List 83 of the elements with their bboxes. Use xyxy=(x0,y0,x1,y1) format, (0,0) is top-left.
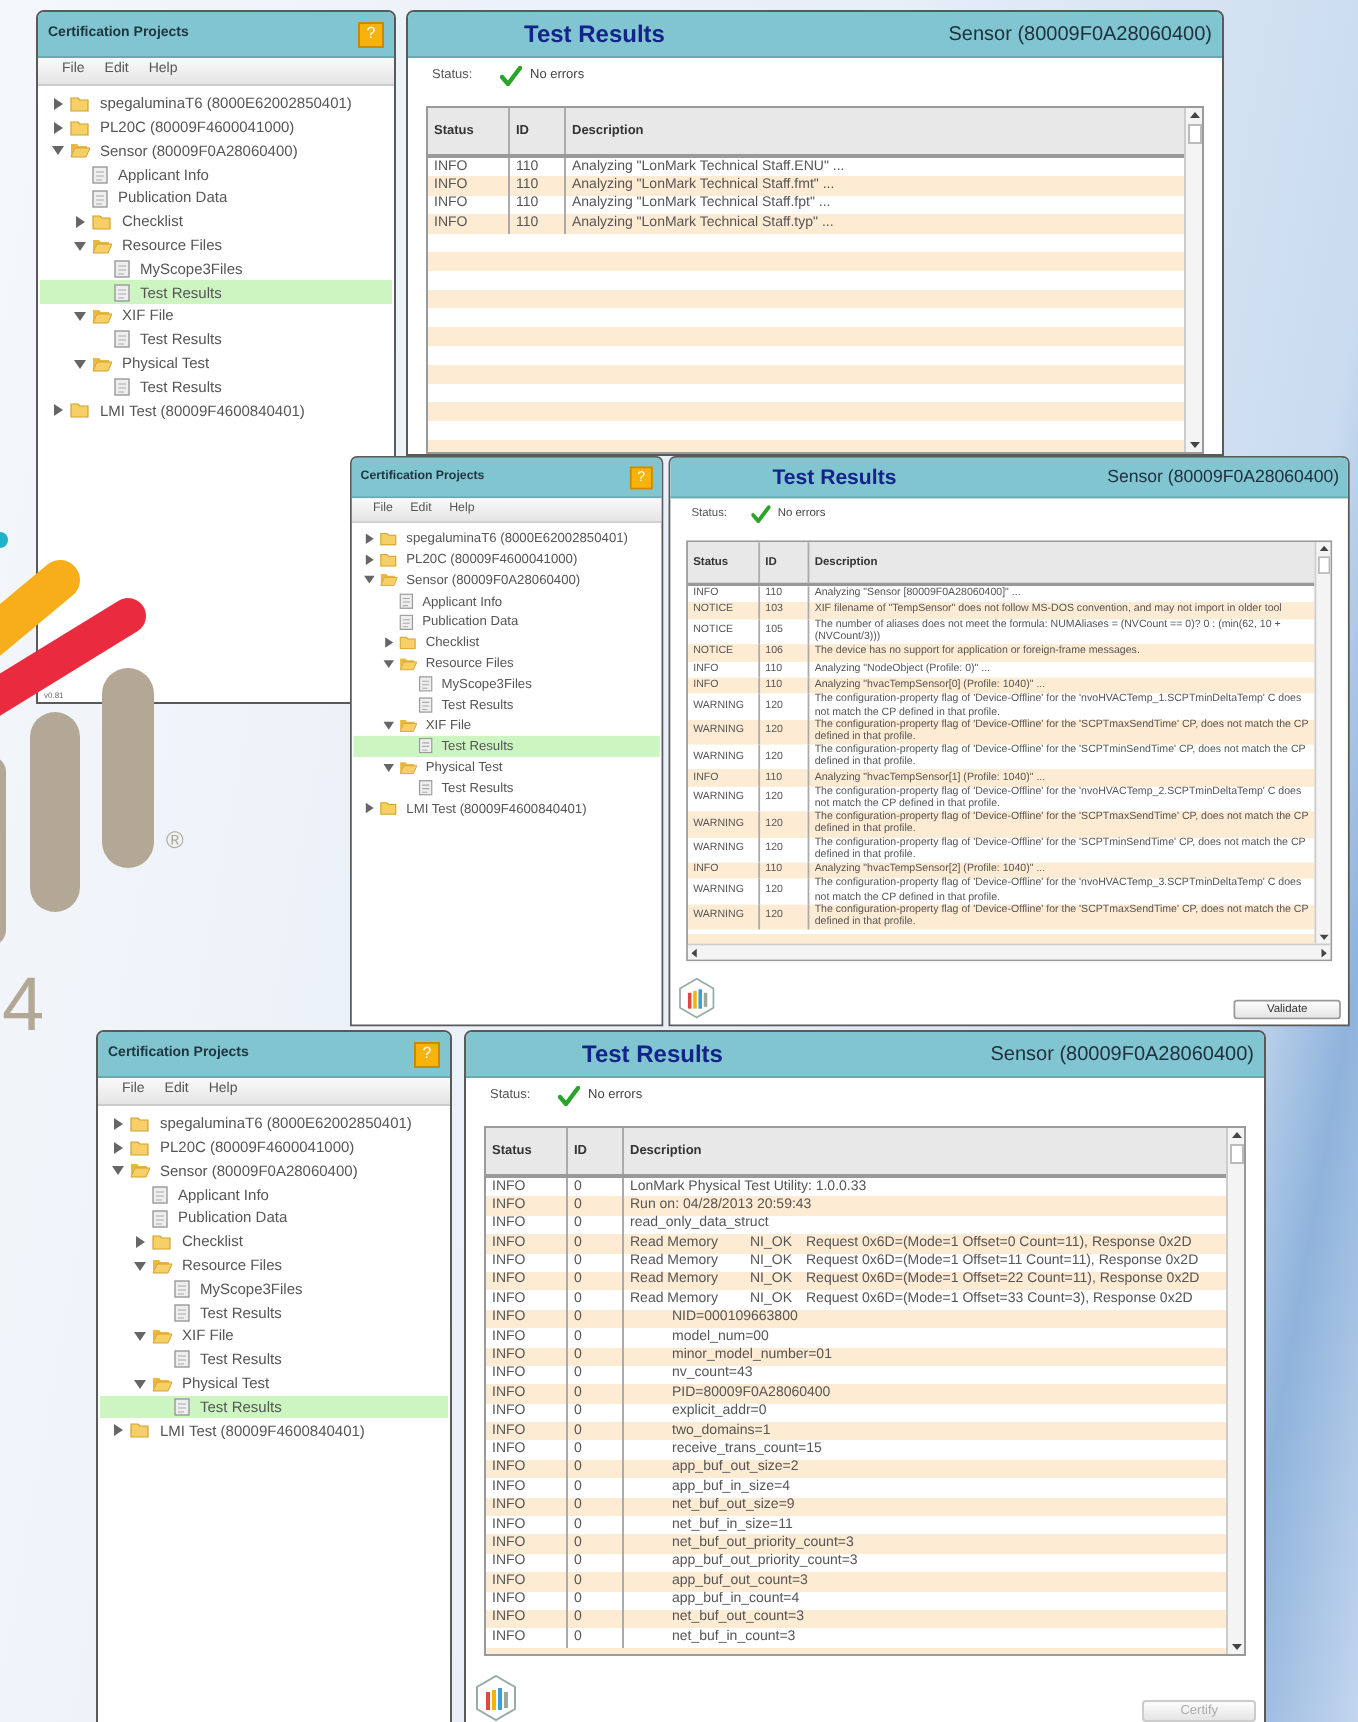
trademark-symbol: ® xyxy=(166,828,184,852)
scroll-down-icon[interactable] xyxy=(1187,438,1201,452)
caret-icon[interactable] xyxy=(364,803,375,814)
scrollbar-thumb[interactable] xyxy=(1187,124,1201,144)
folder-icon xyxy=(92,308,112,325)
folder-icon xyxy=(92,237,112,254)
results-title: Test Results xyxy=(524,18,665,52)
document-icon xyxy=(399,592,414,609)
device-name: Sensor (80009F0A28060400) xyxy=(948,21,1212,49)
folder-icon xyxy=(92,355,112,372)
document-icon xyxy=(174,1350,190,1369)
scrollbar[interactable] xyxy=(1314,542,1331,944)
folder-icon xyxy=(379,573,398,588)
document-icon xyxy=(174,1303,190,1322)
scrollbar-thumb[interactable] xyxy=(1229,1144,1243,1164)
document-icon xyxy=(174,1279,190,1298)
scroll-down-icon[interactable] xyxy=(1229,1640,1243,1654)
caret-icon[interactable] xyxy=(134,1235,146,1248)
scrollbar[interactable] xyxy=(1226,1128,1244,1654)
folder-icon xyxy=(70,142,90,159)
folder-icon xyxy=(152,1328,172,1345)
document-icon xyxy=(418,738,433,755)
scroll-up-icon[interactable] xyxy=(1187,108,1201,122)
document-icon xyxy=(399,613,414,630)
caret-icon[interactable] xyxy=(112,1117,124,1130)
folder-icon xyxy=(152,1233,172,1250)
caret-icon[interactable] xyxy=(364,574,375,586)
device-name: Sensor (80009F0A28060400) xyxy=(1107,465,1340,491)
caret-icon[interactable] xyxy=(364,533,375,544)
document-icon xyxy=(152,1209,168,1228)
document-icon xyxy=(114,330,130,349)
check-icon xyxy=(558,1086,580,1106)
scrollbar[interactable] xyxy=(687,943,1331,960)
caret-icon[interactable] xyxy=(383,720,394,731)
check-icon xyxy=(500,66,522,86)
device-name: Sensor (80009F0A28060400) xyxy=(990,1041,1254,1069)
caret-icon[interactable] xyxy=(383,761,394,773)
caret-icon[interactable] xyxy=(74,310,86,323)
caret-icon[interactable] xyxy=(134,1377,146,1390)
check-icon xyxy=(751,505,771,523)
folder-icon xyxy=(399,718,417,733)
document-icon xyxy=(418,779,433,796)
scroll-up-icon[interactable] xyxy=(1229,1128,1243,1142)
folder-icon xyxy=(399,656,417,671)
caret-icon[interactable] xyxy=(383,637,394,648)
document-icon xyxy=(418,675,433,692)
caret-icon[interactable] xyxy=(74,357,86,370)
caret-icon[interactable] xyxy=(52,404,64,417)
document-icon xyxy=(114,259,130,278)
caret-icon[interactable] xyxy=(134,1330,146,1343)
caret-icon[interactable] xyxy=(52,144,64,157)
document-icon xyxy=(92,165,108,184)
caret-icon[interactable] xyxy=(74,239,86,252)
document-icon xyxy=(114,377,130,396)
folder-icon xyxy=(399,635,417,650)
results-title: Test Results xyxy=(772,462,897,493)
caret-icon[interactable] xyxy=(112,1141,124,1154)
caret-icon[interactable] xyxy=(134,1259,146,1272)
folder-icon xyxy=(379,801,398,816)
folder-icon xyxy=(70,402,90,419)
caret-icon[interactable] xyxy=(74,215,86,228)
caret-icon[interactable] xyxy=(52,97,64,110)
results-title: Test Results xyxy=(582,1038,723,1072)
folder-icon xyxy=(152,1257,172,1274)
caret-icon[interactable] xyxy=(383,657,394,669)
scrollbar[interactable] xyxy=(1184,108,1202,452)
folder-icon xyxy=(92,213,112,230)
document-icon xyxy=(418,696,433,713)
logo-text: 4 xyxy=(2,968,45,1044)
document-icon xyxy=(152,1185,168,1204)
document-icon xyxy=(92,189,108,208)
caret-icon[interactable] xyxy=(52,121,64,134)
folder-icon xyxy=(399,759,417,774)
folder-icon xyxy=(152,1375,172,1392)
scrollbar-thumb[interactable] xyxy=(1317,556,1330,574)
scroll-up-icon[interactable] xyxy=(1317,542,1330,555)
app-logo-icon xyxy=(677,976,717,1020)
caret-icon[interactable] xyxy=(364,554,375,565)
caret-icon[interactable] xyxy=(112,1164,124,1177)
document-icon xyxy=(174,1397,190,1416)
document-icon xyxy=(114,283,130,302)
caret-icon[interactable] xyxy=(112,1424,124,1437)
folder-icon xyxy=(130,1162,150,1179)
